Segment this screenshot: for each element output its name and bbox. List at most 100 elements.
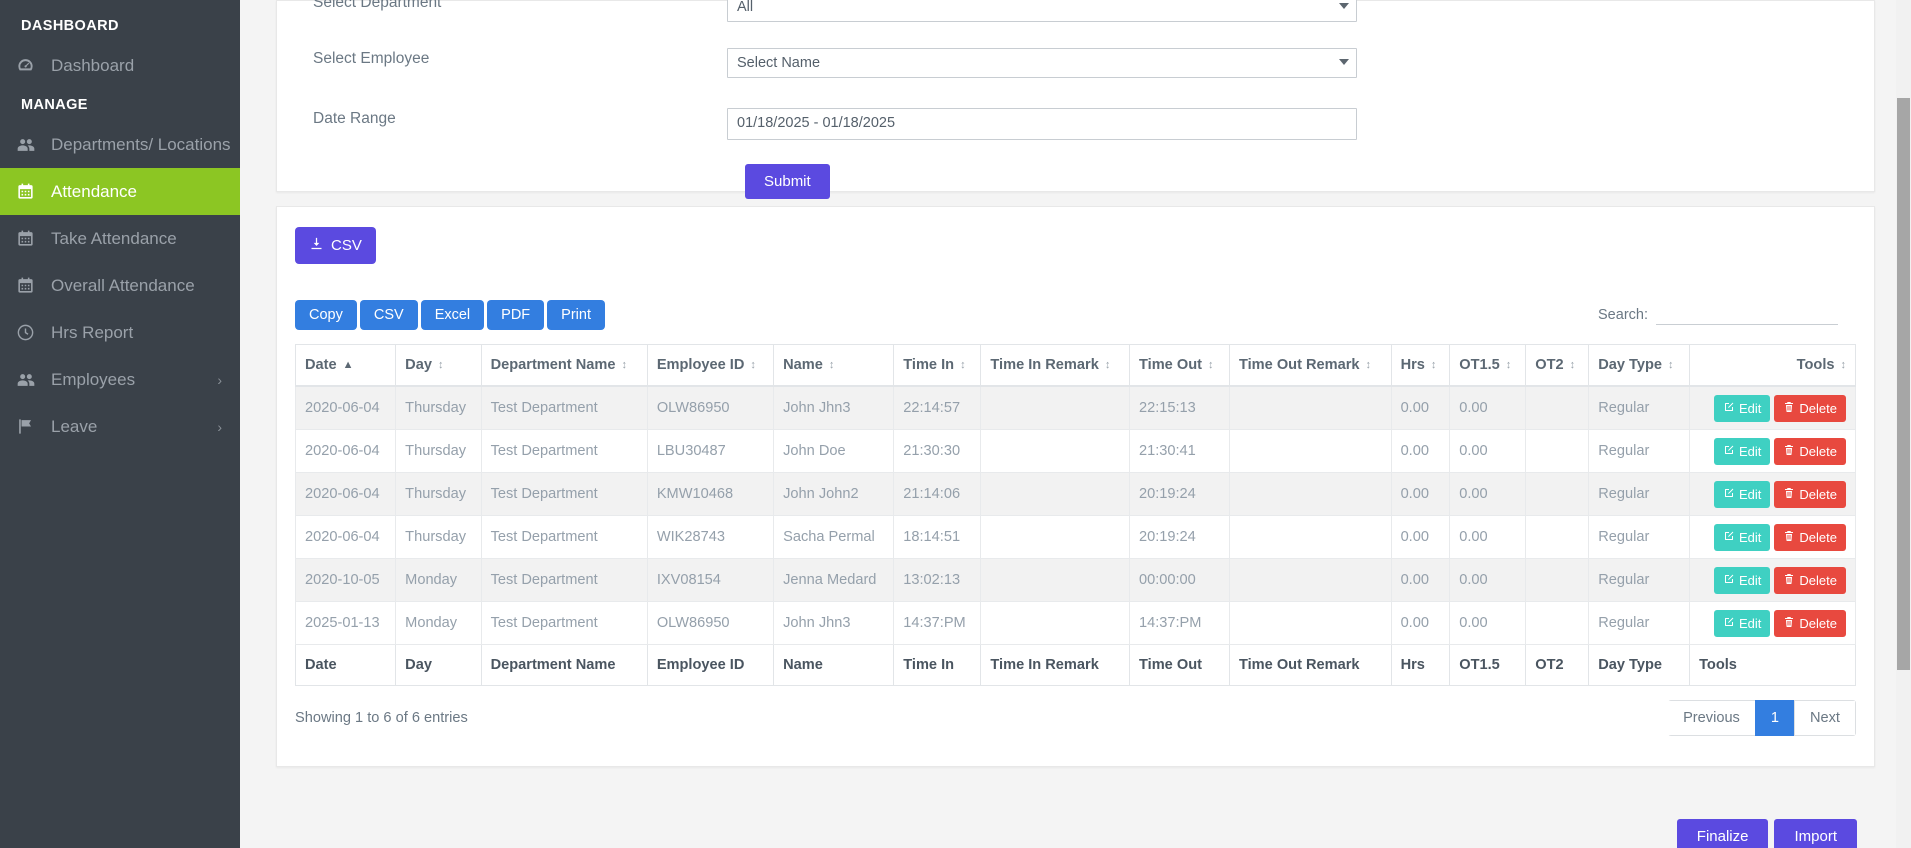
select-employee-control: Select Name <box>727 48 1357 78</box>
pagination-page-1[interactable]: 1 <box>1754 700 1795 736</box>
excel-button[interactable]: Excel <box>420 300 485 330</box>
trash-icon <box>1783 616 1795 631</box>
cell-name: John John2 <box>773 472 895 516</box>
scrollbar-thumb[interactable] <box>1897 98 1910 670</box>
sort-asc-icon: ▲ <box>342 358 354 371</box>
th-date[interactable]: Date ▲ <box>294 344 397 387</box>
print-button[interactable]: Print <box>547 300 605 330</box>
cell-hrs: 0.00 <box>1390 515 1451 559</box>
cell-tools: Edit Delete <box>1689 472 1856 516</box>
clock-icon <box>16 323 46 342</box>
tf-ot2: OT2 <box>1525 644 1590 686</box>
th-employee-id[interactable]: Employee ID ↕ <box>646 344 775 387</box>
th-ot2[interactable]: OT2 ↕ <box>1525 344 1590 387</box>
sidebar-item-departments-locations[interactable]: Departments/ Locations <box>0 121 240 168</box>
th-ot15[interactable]: OT1.5 ↕ <box>1449 344 1527 387</box>
pagination-previous[interactable]: Previous <box>1668 700 1756 736</box>
pencil-square-icon <box>1723 401 1735 416</box>
sidebar-item-label: Attendance <box>51 181 138 201</box>
delete-button[interactable]: Delete <box>1774 523 1846 551</box>
trash-icon <box>1783 530 1795 545</box>
cell-time-in: 14:37:PM <box>893 601 982 645</box>
cell-time-out-remark <box>1228 515 1392 559</box>
cell-department: Test Department <box>480 472 648 516</box>
table-row: 2025-01-13 Monday Test Department OLW86950 J… <box>294 601 1856 645</box>
cell-day-type: Regular <box>1588 385 1691 430</box>
cell-department: Test Department <box>480 429 648 473</box>
cell-department: Test Department <box>480 385 648 430</box>
th-label: Hrs <box>1400 357 1425 373</box>
pdf-button[interactable]: PDF <box>487 300 545 330</box>
select-employee-dropdown[interactable]: Select Name <box>727 48 1357 78</box>
th-label: Employee ID <box>656 357 745 373</box>
th-time-in-remark[interactable]: Time In Remark ↕ <box>980 344 1130 387</box>
cell-employee-id: WIK28743 <box>646 515 775 559</box>
sidebar-item-hrs-report[interactable]: Hrs Report <box>0 309 240 356</box>
edit-button[interactable]: Edit <box>1714 523 1771 551</box>
datatable-toolbar: Copy CSV Excel PDF Print Search: <box>295 300 1856 330</box>
cell-day: Thursday <box>395 515 482 559</box>
delete-button[interactable]: Delete <box>1774 566 1846 594</box>
cell-time-in-remark <box>980 385 1130 430</box>
import-button[interactable]: Import <box>1774 819 1857 848</box>
th-label: Name <box>783 357 823 373</box>
copy-button[interactable]: Copy <box>295 300 357 330</box>
cell-ot15: 0.00 <box>1449 472 1527 516</box>
cell-time-out-remark <box>1228 558 1392 602</box>
table-row: 2020-06-04 Thursday Test Department WIK2874… <box>294 515 1856 559</box>
sidebar-item-employees[interactable]: Employees › <box>0 356 240 403</box>
trash-icon <box>1783 444 1795 459</box>
th-name[interactable]: Name ↕ <box>773 344 895 387</box>
th-day[interactable]: Day ↕ <box>395 344 482 387</box>
th-hrs[interactable]: Hrs ↕ <box>1390 344 1451 387</box>
pagination-next[interactable]: Next <box>1793 700 1856 736</box>
tf-employee-id: Employee ID <box>646 644 775 686</box>
th-time-in[interactable]: Time In ↕ <box>893 344 982 387</box>
search-input[interactable] <box>1656 305 1838 325</box>
vertical-scrollbar[interactable] <box>1896 0 1911 848</box>
edit-button[interactable]: Edit <box>1714 394 1771 422</box>
edit-button[interactable]: Edit <box>1714 609 1771 637</box>
cell-employee-id: OLW86950 <box>646 385 775 430</box>
edit-button[interactable]: Edit <box>1714 437 1771 465</box>
sidebar-item-dashboard[interactable]: Dashboard <box>0 42 240 89</box>
th-label: Time In Remark <box>990 357 1099 373</box>
th-time-out[interactable]: Time Out ↕ <box>1128 344 1230 387</box>
submit-button[interactable]: Submit <box>745 164 830 199</box>
sort-icon: ↕ <box>1840 358 1847 371</box>
search-container: Search: <box>1598 305 1856 325</box>
cell-hrs: 0.00 <box>1390 601 1451 645</box>
delete-button[interactable]: Delete <box>1774 437 1846 465</box>
th-department-name[interactable]: Department Name ↕ <box>480 344 648 387</box>
th-tools[interactable]: Tools ↕ <box>1689 344 1856 387</box>
delete-button[interactable]: Delete <box>1774 480 1846 508</box>
entries-info: Showing 1 to 6 of 6 entries <box>295 710 468 726</box>
cell-time-in-remark <box>980 558 1130 602</box>
sidebar-item-take-attendance[interactable]: Take Attendance <box>0 215 240 262</box>
cell-ot15: 0.00 <box>1449 515 1527 559</box>
sidebar-item-leave[interactable]: Leave › <box>0 403 240 450</box>
edit-label: Edit <box>1739 443 1762 459</box>
sidebar-item-label: Overall Attendance <box>51 275 195 295</box>
export-csv-button[interactable]: CSV <box>295 227 376 264</box>
edit-button[interactable]: Edit <box>1714 566 1771 594</box>
th-time-out-remark[interactable]: Time Out Remark ↕ <box>1228 344 1392 387</box>
delete-button[interactable]: Delete <box>1774 609 1846 637</box>
date-range-input[interactable]: 01/18/2025 - 01/18/2025 <box>727 108 1357 140</box>
csv-button[interactable]: CSV <box>359 300 418 330</box>
th-label: Day <box>405 357 432 373</box>
finalize-button[interactable]: Finalize <box>1676 819 1769 848</box>
sort-icon: ↕ <box>1207 358 1214 371</box>
select-department-dropdown[interactable]: All <box>727 0 1357 22</box>
th-day-type[interactable]: Day Type ↕ <box>1588 344 1691 387</box>
edit-button[interactable]: Edit <box>1714 480 1771 508</box>
sidebar-item-overall-attendance[interactable]: Overall Attendance <box>0 262 240 309</box>
sidebar-item-attendance[interactable]: Attendance <box>0 168 240 215</box>
cell-hrs: 0.00 <box>1390 558 1451 602</box>
cell-time-in-remark <box>980 429 1130 473</box>
cell-hrs: 0.00 <box>1390 385 1451 430</box>
delete-button[interactable]: Delete <box>1774 394 1846 422</box>
sort-icon: ↕ <box>960 358 966 371</box>
sidebar: DASHBOARD Dashboard MANAGE Departments/ … <box>0 0 240 848</box>
sort-icon: ↕ <box>1569 358 1576 371</box>
